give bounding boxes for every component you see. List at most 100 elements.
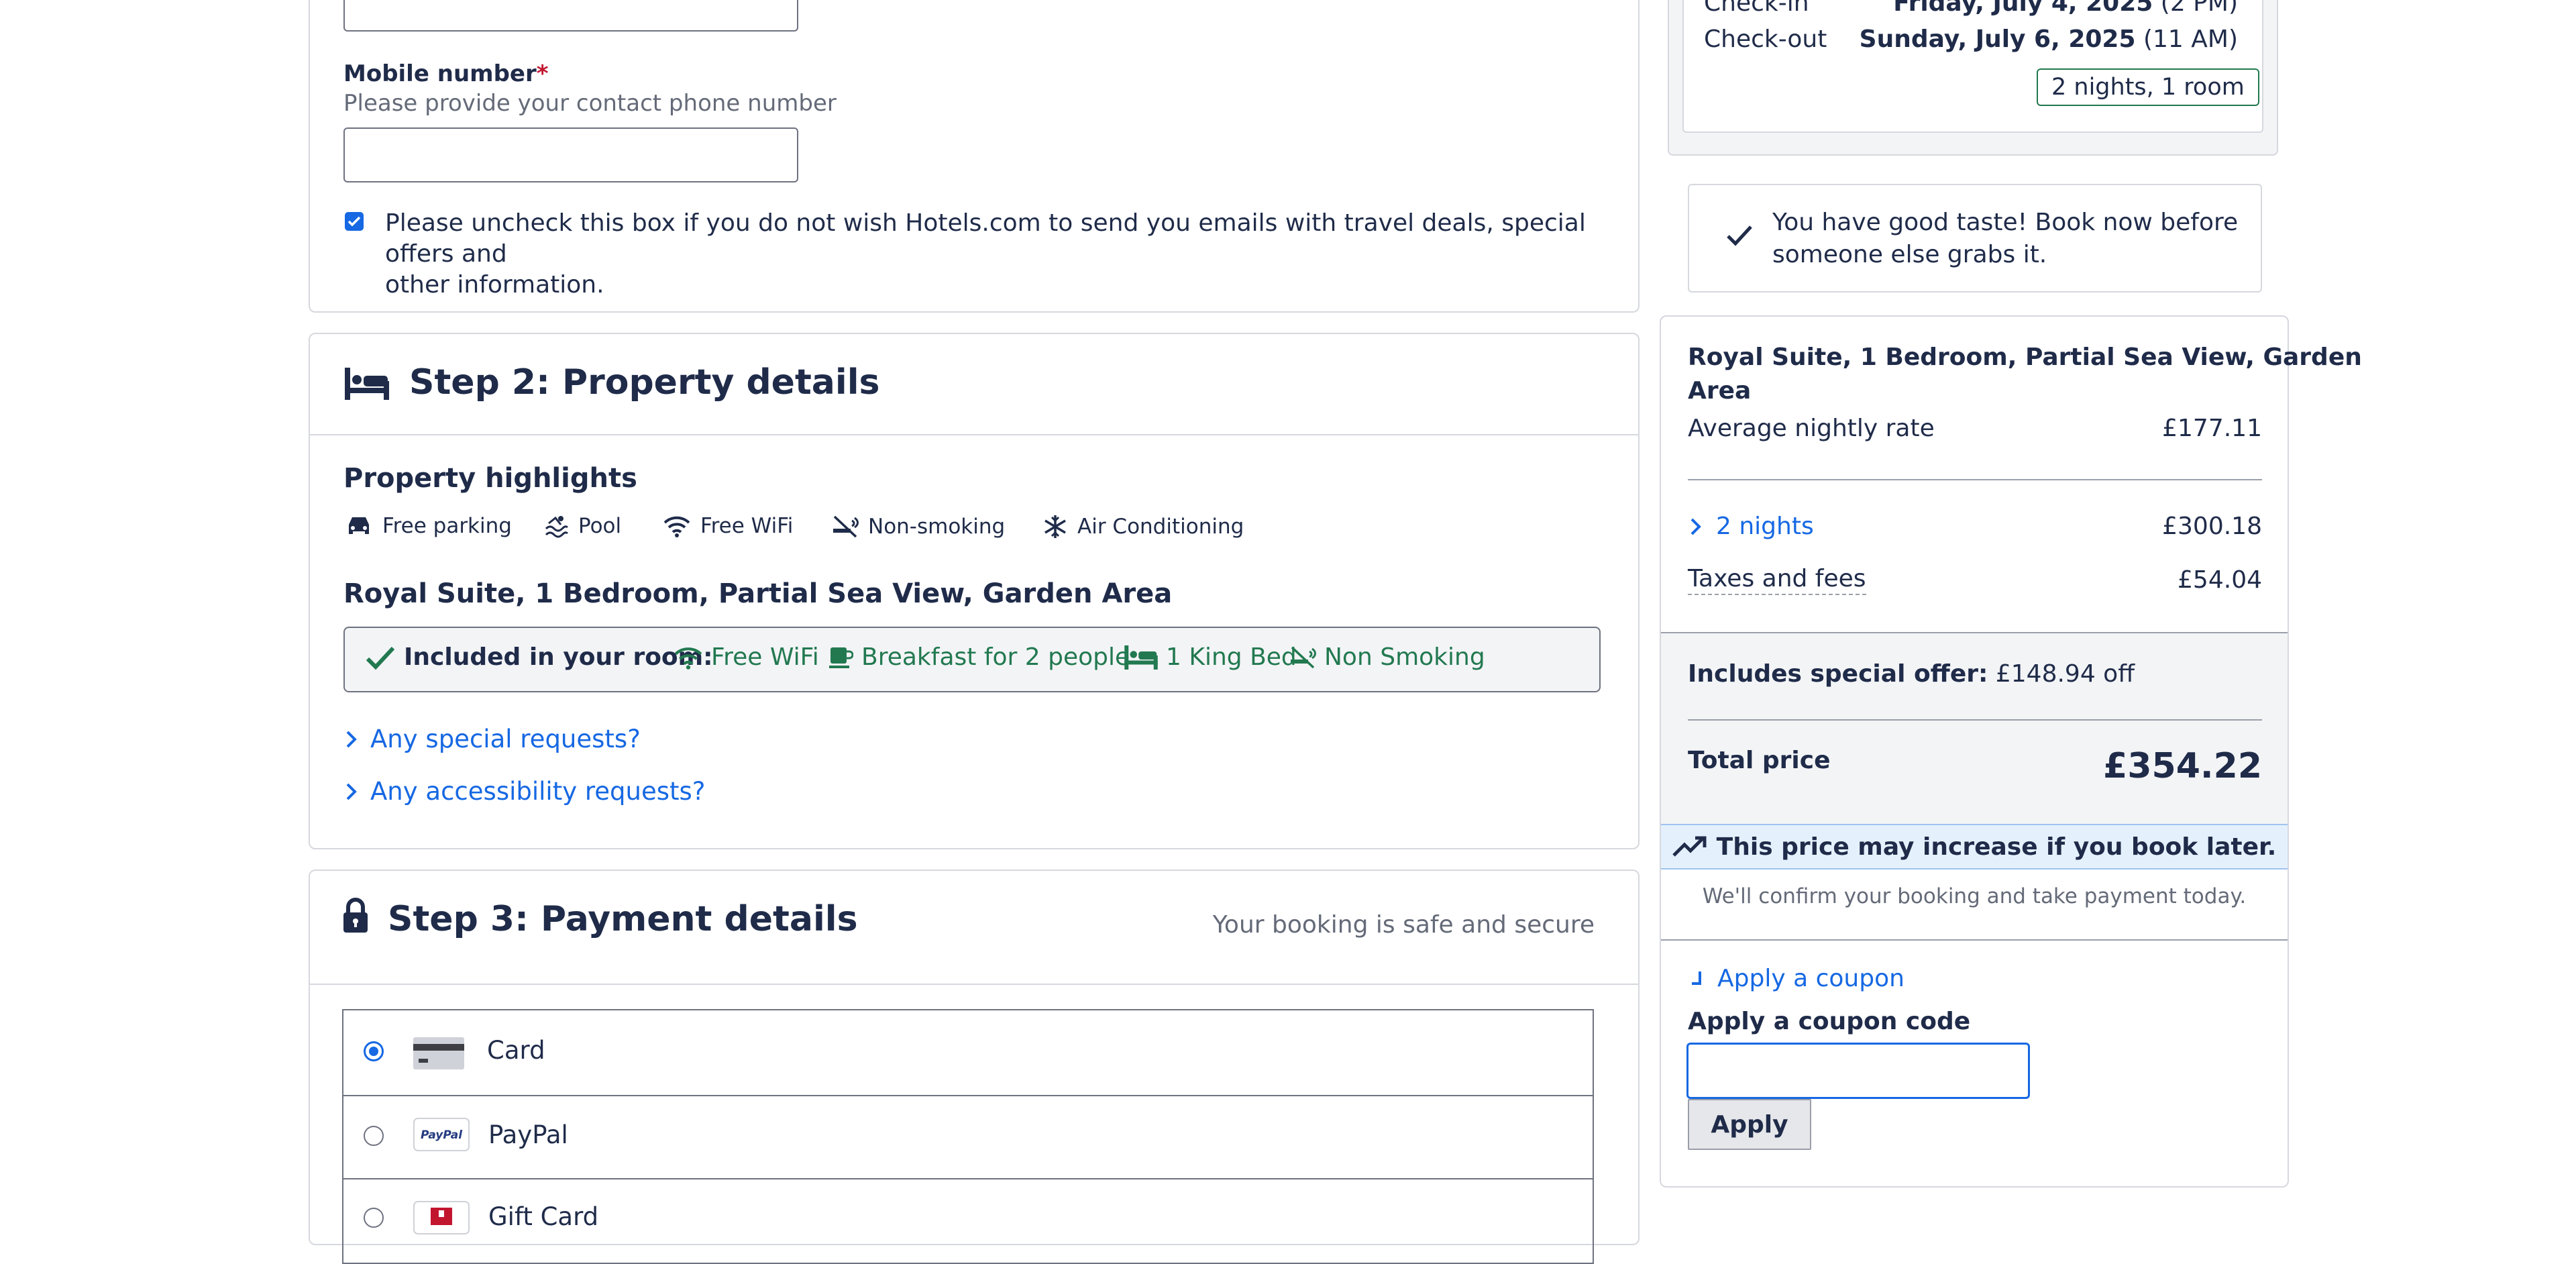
- included-item-label: Breakfast for 2 people: [861, 643, 1130, 671]
- taxes-row: Taxes and fees £54.04: [1688, 565, 2262, 595]
- average-rate-value: £177.11: [2162, 415, 2262, 442]
- paypal-radio[interactable]: [364, 1126, 384, 1146]
- coupon-code-input[interactable]: [1686, 1043, 2030, 1099]
- stay-length-badge: 2 nights, 1 room: [2037, 68, 2259, 106]
- highlight-air-conditioning: Air Conditioning: [1042, 514, 1244, 539]
- special-offer-row: Includes special offer: £148.94 off: [1688, 660, 2135, 688]
- highlight-label: Free WiFi: [700, 514, 794, 538]
- step2-title: Step 2: Property details: [409, 362, 880, 403]
- highlight-label: Air Conditioning: [1077, 515, 1244, 539]
- payment-option-label: PayPal: [488, 1120, 568, 1149]
- chevron-right-icon: [1690, 518, 1701, 535]
- card-radio[interactable]: [364, 1041, 384, 1061]
- special-offer-value: £148.94 off: [1995, 660, 2135, 688]
- good-taste-line-2: someone else grabs it.: [1772, 241, 2047, 268]
- room-name: Royal Suite, 1 Bedroom, Partial Sea View…: [343, 578, 1173, 609]
- payment-option-paypal[interactable]: PayPal PayPal: [343, 1095, 1593, 1177]
- included-label: Included in your room:: [365, 643, 713, 671]
- highlight-label: Free parking: [382, 514, 512, 538]
- confirm-payment-text: We'll confirm your booking and take paym…: [1702, 884, 2247, 908]
- lock-icon: [342, 898, 369, 937]
- trending-up-icon: [1672, 836, 1707, 857]
- included-breakfast: Breakfast for 2 people: [828, 643, 1130, 671]
- highlight-label: Non-smoking: [868, 515, 1006, 539]
- apply-coupon-button[interactable]: Apply: [1688, 1099, 1811, 1150]
- previous-field-input[interactable]: [343, 0, 798, 32]
- total-price-value: £354.22: [2103, 746, 2262, 786]
- total-price-label: Total price: [1688, 747, 1831, 774]
- chevron-right-icon: [346, 783, 357, 800]
- car-icon: [349, 517, 369, 534]
- no-smoking-icon: [833, 515, 859, 538]
- total-price-row: Total price £354.22: [1688, 746, 2262, 786]
- mobile-number-label: Mobile number*: [343, 60, 549, 87]
- apply-coupon-toggle[interactable]: Apply a coupon: [1689, 965, 1904, 992]
- mobile-number-input[interactable]: [343, 127, 798, 182]
- summary-room-name-line-1: Royal Suite, 1 Bedroom, Partial Sea View…: [1688, 344, 2362, 371]
- highlight-free-wifi: Free WiFi: [663, 514, 793, 538]
- step3-title: Step 3: Payment details: [388, 899, 858, 939]
- checkin-date: Friday, July 4, 2025: [1893, 0, 2153, 17]
- email-opt-in-text: Please uncheck this box if you do not wi…: [385, 208, 1633, 301]
- included-label-text: Included in your room:: [404, 643, 713, 671]
- nights-label: 2 nights: [1716, 513, 1814, 540]
- snowflake-icon: [1044, 515, 1066, 538]
- pool-icon: [545, 516, 569, 538]
- divider: [1688, 479, 2262, 480]
- checkmark-icon: [366, 646, 395, 670]
- mobile-number-label-text: Mobile number: [343, 60, 537, 87]
- required-mark: *: [536, 60, 549, 87]
- chevron-right-icon: [346, 731, 357, 747]
- special-requests-toggle[interactable]: Any special requests?: [343, 725, 641, 753]
- coffee-icon: [829, 647, 853, 668]
- good-taste-banner: You have good taste! Book now before som…: [1688, 184, 2262, 293]
- divider: [1661, 939, 2288, 941]
- wifi-icon: [674, 647, 702, 670]
- checkout-row: Check-out Sunday, July 6, 2025 (11 AM): [1704, 25, 2238, 53]
- price-warning-text: This price may increase if you book late…: [1716, 833, 2277, 861]
- paypal-icon: PayPal: [413, 1118, 470, 1154]
- gift-card-icon: [413, 1201, 470, 1237]
- email-opt-in-checkbox[interactable]: [345, 212, 364, 231]
- included-item-label: 1 King Bed: [1166, 643, 1297, 671]
- checkin-label: Check-in: [1704, 0, 1809, 17]
- checkin-time: (2 PM): [2160, 0, 2238, 17]
- svg-text:PayPal: PayPal: [421, 1128, 463, 1142]
- highlight-pool: Pool: [545, 514, 621, 538]
- wifi-icon: [663, 516, 690, 537]
- special-offer-label: Includes special offer:: [1688, 660, 1988, 688]
- no-smoking-icon: [1291, 646, 1316, 668]
- secure-booking-text: Your booking is safe and secure: [1212, 911, 1595, 939]
- bed-icon: [1124, 645, 1158, 670]
- opt-in-text-line-2: other information.: [385, 271, 604, 299]
- summary-room-name-line-2: Area: [1688, 377, 1752, 405]
- divider: [310, 984, 1638, 985]
- taxes-fees-link[interactable]: Taxes and fees: [1688, 565, 1866, 595]
- accessibility-requests-toggle[interactable]: Any accessibility requests?: [343, 777, 705, 806]
- checkmark-icon: [347, 216, 361, 227]
- stay-dates-box: [1682, 0, 2263, 133]
- average-rate-label: Average nightly rate: [1688, 415, 1935, 442]
- taxes-value: £54.04: [2178, 566, 2262, 594]
- checkout-time: (11 AM): [2143, 25, 2238, 53]
- apply-coupon-label: Apply a coupon: [1717, 965, 1904, 992]
- payment-option-card[interactable]: Card: [343, 1010, 1593, 1094]
- divider: [1688, 719, 2262, 721]
- nights-toggle[interactable]: 2 nights: [1688, 513, 1814, 540]
- mobile-number-help: Please provide your contact phone number: [343, 90, 837, 117]
- average-rate-row: Average nightly rate £177.11: [1688, 415, 2262, 442]
- checkout-label: Check-out: [1704, 25, 1827, 53]
- payment-option-gift-card[interactable]: Gift Card: [343, 1178, 1593, 1259]
- card-icon: [413, 1037, 464, 1072]
- included-free-wifi: Free WiFi: [674, 643, 819, 671]
- bed-icon: [345, 368, 389, 403]
- property-highlights-heading: Property highlights: [343, 463, 637, 494]
- special-requests-label: Any special requests?: [370, 725, 641, 753]
- highlight-non-smoking: Non-smoking: [832, 514, 1005, 539]
- gift-card-radio[interactable]: [364, 1208, 384, 1228]
- included-item-label: Non Smoking: [1324, 643, 1485, 671]
- highlight-free-parking: Free parking: [345, 514, 512, 538]
- payment-option-label: Gift Card: [488, 1202, 599, 1231]
- good-taste-line-1: You have good taste! Book now before: [1772, 209, 2239, 236]
- included-non-smoking: Non Smoking: [1289, 643, 1485, 671]
